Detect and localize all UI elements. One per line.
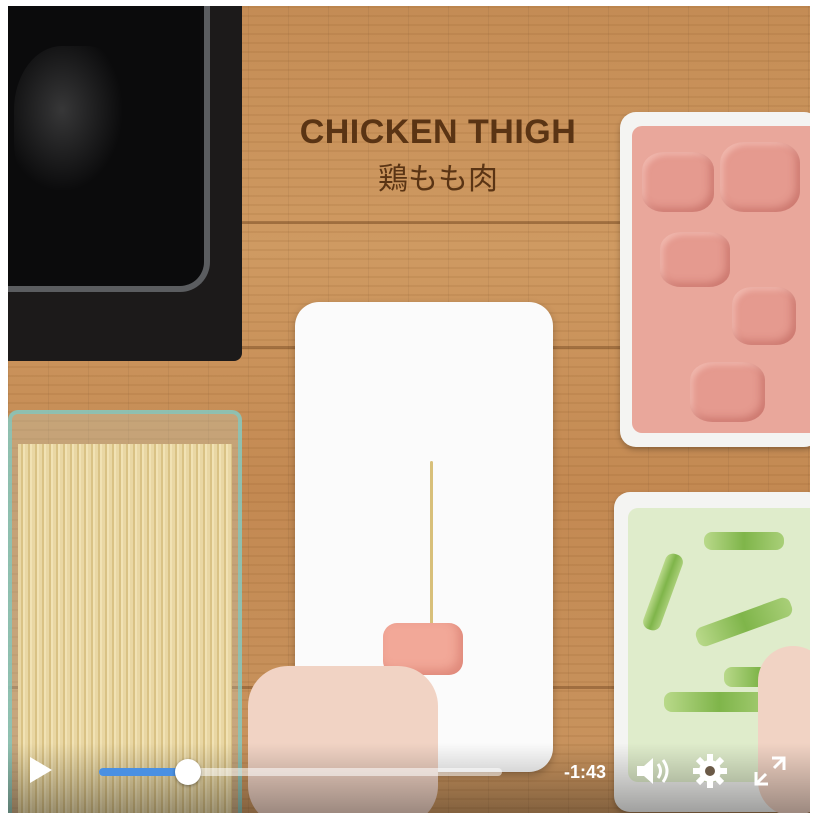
chicken-piece: [720, 142, 800, 212]
chicken-bowl: [620, 112, 810, 447]
volume-icon-graphic: [637, 758, 669, 784]
ingredient-subtitle: 鶏もも肉: [378, 163, 498, 196]
gear-icon[interactable]: [690, 752, 730, 790]
seek-handle[interactable]: [174, 759, 201, 785]
ingredient-title: CHICKEN THIGH: [299, 113, 577, 151]
seek-bar[interactable]: [99, 759, 502, 785]
video-frame[interactable]: CHICKEN THIGH 鶏もも肉: [8, 6, 810, 813]
chicken-piece: [690, 362, 765, 422]
chicken-piece: [732, 287, 796, 345]
chicken-piece: [660, 232, 730, 287]
gear-icon-graphic: [693, 754, 727, 788]
expand-icon[interactable]: [750, 752, 790, 790]
play-icon[interactable]: [30, 757, 52, 783]
scallion-piece: [704, 532, 784, 550]
water-reflection: [14, 46, 134, 206]
pot-of-water: [8, 6, 210, 292]
volume-icon[interactable]: [633, 752, 673, 790]
time-remaining: -1:43: [564, 762, 607, 782]
expand-icon-graphic: [754, 756, 786, 786]
chicken-piece: [642, 152, 714, 212]
